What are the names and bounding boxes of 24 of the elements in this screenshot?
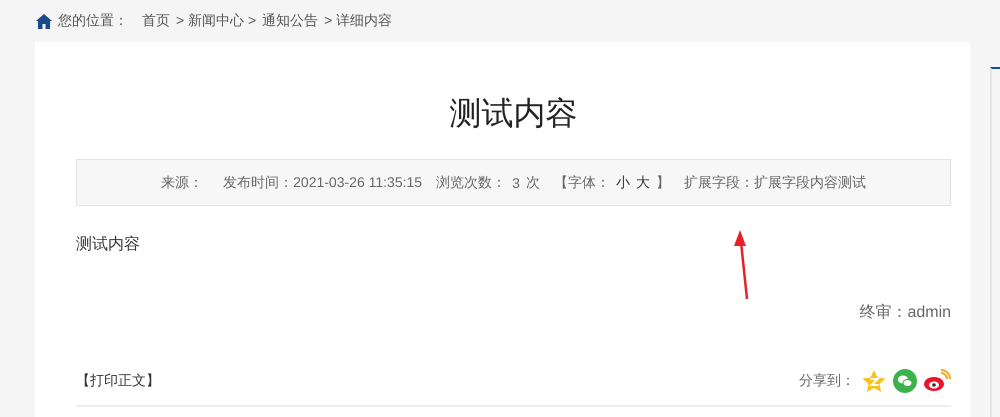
publish-time: 发布时间：2021-03-26 11:35:15 xyxy=(223,174,422,192)
chat-icon[interactable] xyxy=(893,369,918,393)
views-label: 浏览次数： xyxy=(436,174,506,192)
font-size-label: 【字体： xyxy=(554,174,610,192)
print-link[interactable]: 【打印正文】 xyxy=(76,372,160,390)
source-label: 来源： xyxy=(161,174,204,192)
weibo-icon[interactable] xyxy=(923,369,952,393)
font-large-link[interactable]: 大 xyxy=(636,174,650,192)
bracket-text: 】 xyxy=(656,174,670,192)
breadcrumb-link[interactable]: > 新闻中心 > xyxy=(176,12,256,30)
breadcrumb-link[interactable]: 首页 xyxy=(142,12,170,30)
home-icon[interactable] xyxy=(36,14,52,28)
views-count: 3 xyxy=(512,174,520,190)
extra-field: 扩展字段：扩展字段内容测试 xyxy=(684,174,866,192)
font-small-link[interactable]: 小 xyxy=(616,174,630,192)
location-label: 您的位置： xyxy=(58,12,128,30)
reviewer-text: 终审：admin xyxy=(858,302,952,323)
share-label: 分享到： xyxy=(799,372,856,390)
star-icon[interactable] xyxy=(861,369,888,393)
breadcrumb-link[interactable]: > 详细内容 xyxy=(324,12,392,30)
views-unit: 次 xyxy=(526,174,540,192)
article-body: 测试内容 xyxy=(76,234,141,255)
breadcrumb-link[interactable]: 通知公告 xyxy=(262,12,318,30)
article-title: 测试内容 xyxy=(448,94,578,133)
